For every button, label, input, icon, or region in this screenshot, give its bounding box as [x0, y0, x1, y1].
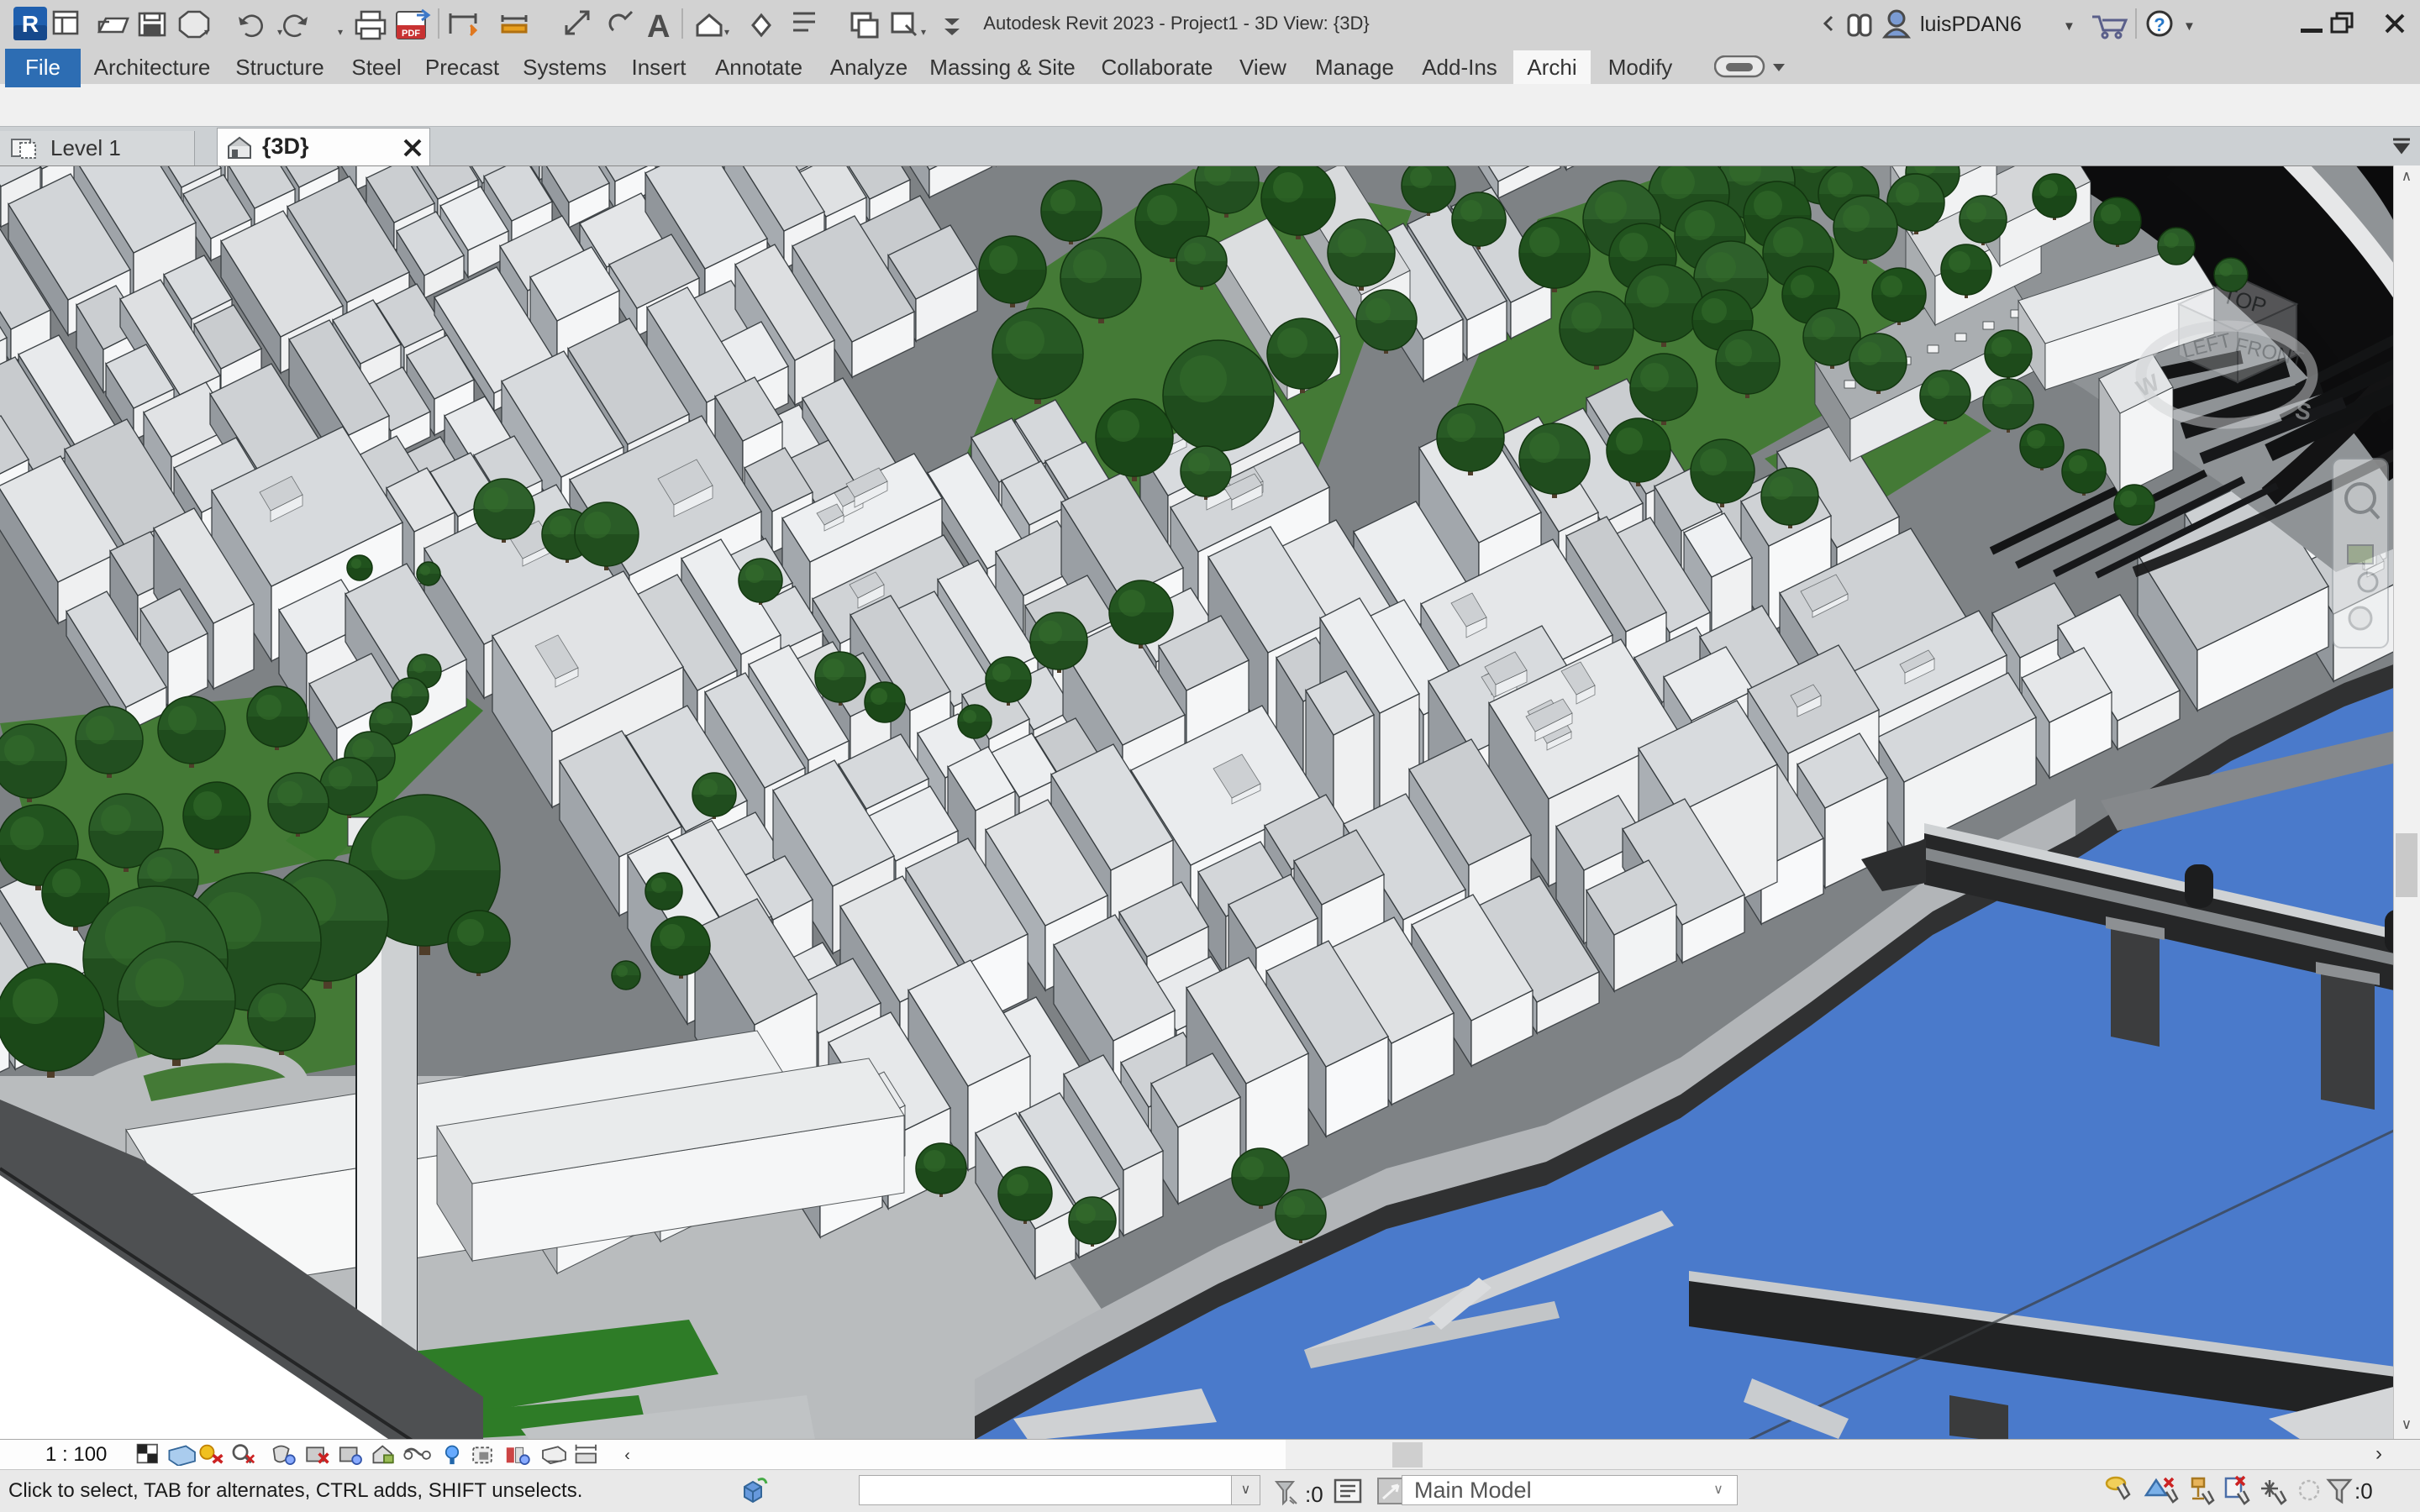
svg-text:▼: ▼: [2063, 19, 2075, 34]
svg-text:▼: ▼: [2183, 19, 2196, 34]
svg-text:▾: ▾: [277, 26, 282, 38]
svg-text:luisPDAN6: luisPDAN6: [1920, 13, 2022, 36]
svg-text:‹: ‹: [624, 1446, 630, 1465]
svg-text:A: A: [647, 9, 670, 45]
svg-text:R: R: [22, 11, 39, 37]
svg-text:PDF: PDF: [402, 29, 420, 39]
svg-text:▾: ▾: [204, 26, 209, 38]
svg-text:▾: ▾: [338, 26, 343, 38]
svg-text::0: :0: [1305, 1482, 1323, 1507]
svg-text:▾: ▾: [724, 26, 729, 38]
svg-text:?: ?: [2154, 14, 2165, 35]
svg-text::0: :0: [2354, 1478, 2373, 1504]
